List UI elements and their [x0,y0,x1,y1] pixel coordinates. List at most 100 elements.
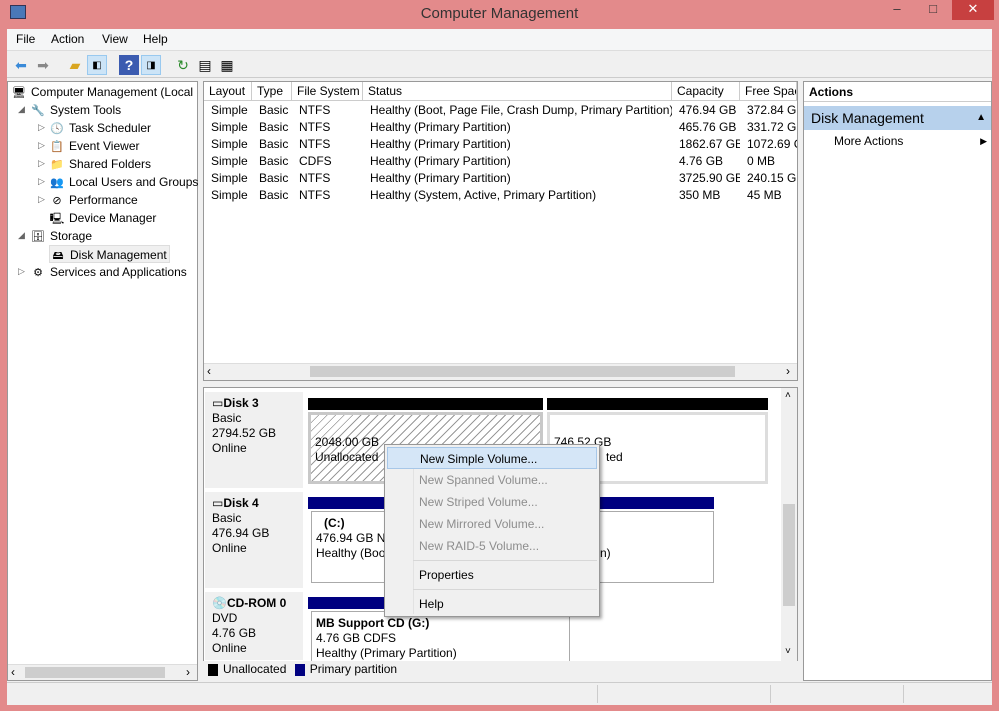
menu-separator [413,589,597,590]
tree-item-services-applications[interactable]: ⚙ Services and Applications [30,263,187,281]
menu-action[interactable]: Action [51,32,84,46]
expand-arrow-icon[interactable]: ▷ [38,176,45,187]
list-horizontal-scrollbar[interactable]: ‹ › [204,363,797,380]
actions-header: Actions [804,82,991,102]
tree-item-shared-folders[interactable]: 📁 Shared Folders [49,155,151,173]
minimize-button[interactable]: – [882,0,912,20]
cell-type: Basic [259,154,289,168]
graph-vertical-scrollbar[interactable]: ˄ ˅ [781,388,797,663]
scroll-left-icon[interactable]: ‹ [207,364,211,378]
shared-folder-icon: 📁 [50,158,64,171]
collapse-up-icon[interactable]: ▲ [976,106,986,130]
scrollbar-thumb[interactable] [25,667,165,678]
column-header-layout[interactable]: Layout [204,82,252,101]
tree-item-storage[interactable]: 🗄 Storage [30,227,92,245]
menu-item-properties[interactable]: Properties [387,564,597,586]
expand-arrow-icon[interactable]: ▷ [18,266,25,277]
cell-free-space: 331.72 GB [747,120,797,134]
scrollbar-thumb[interactable] [783,504,795,606]
expand-arrow-icon[interactable]: ▷ [38,194,45,205]
up-folder-icon[interactable]: ▰ [65,55,85,75]
menu-item-new-raid5-volume[interactable]: New RAID-5 Volume... [387,535,597,557]
cell-capacity: 1862.67 GB [679,137,740,151]
primary-partition-swatch [294,663,305,676]
cdrom-icon: 💿 [212,596,227,610]
cell-type: Basic [259,120,289,134]
clock-icon: 🕓 [50,122,64,135]
partition-g[interactable]: MB Support CD (G:) 4.76 GB CDFS Healthy (P… [311,611,570,663]
column-header-status[interactable]: Status [363,82,672,101]
scrollbar-thumb[interactable] [310,366,735,377]
expand-arrow-icon[interactable]: ▷ [38,158,45,169]
column-header-type[interactable]: Type [252,82,292,101]
menu-file[interactable]: File [16,32,35,46]
disk-4-label[interactable]: ▭Disk 4 Basic 476.94 GB Online [205,492,303,590]
submenu-arrow-icon: ▶ [980,136,987,146]
export-icon[interactable]: ▦ [217,55,237,75]
column-header-free-space[interactable]: Free Spac [740,82,797,101]
cell-file-system: NTFS [299,137,331,151]
scroll-right-icon[interactable]: › [186,665,190,679]
cell-free-space: 1072.69 GB [747,137,797,151]
show-hide-tree-icon[interactable]: ◧ [87,55,107,75]
cell-free-space: 0 MB [747,154,776,168]
event-log-icon: 📋 [50,140,64,153]
actions-section-disk-management[interactable]: Disk Management ▲ [804,106,991,130]
cell-layout: Simple [211,103,248,117]
tree-item-task-scheduler[interactable]: 🕓 Task Scheduler [49,119,151,137]
collapse-arrow-icon[interactable]: ◢ [18,104,25,115]
cell-capacity: 476.94 GB [679,103,737,117]
menu-item-new-striped-volume[interactable]: New Striped Volume... [387,491,597,513]
tree-item-local-users[interactable]: 👥 Local Users and Groups [49,173,198,191]
context-menu: New Simple Volume... New Spanned Volume.… [384,444,600,617]
menu-view[interactable]: View [102,32,128,46]
tree-horizontal-scrollbar[interactable]: ‹ › [8,664,197,680]
expand-arrow-icon[interactable]: ▷ [38,122,45,133]
tree-item-disk-management[interactable]: 🖴 Disk Management [49,245,170,263]
show-hide-action-pane-icon[interactable]: ◨ [141,55,161,75]
scroll-right-icon[interactable]: › [786,364,790,378]
cell-layout: Simple [211,154,248,168]
collapse-arrow-icon[interactable]: ◢ [18,230,25,241]
refresh-icon[interactable]: ↻ [173,55,193,75]
menu-help[interactable]: Help [143,32,168,46]
device-manager-icon: 🖳 [49,212,65,225]
volume-list: Layout Type File System Status Capacity … [203,81,798,381]
help-icon[interactable]: ? [119,55,139,75]
maximize-button[interactable]: □ [918,0,948,20]
disk-3-label[interactable]: ▭Disk 3 Basic 2794.52 GB Online [205,392,303,490]
cell-free-space: 45 MB [747,188,782,202]
scroll-left-icon[interactable]: ‹ [11,665,15,679]
cell-layout: Simple [211,171,248,185]
column-header-file-system[interactable]: File System [292,82,363,101]
close-button[interactable]: ✕ [952,0,994,20]
toolbar: ⬅ ➡ ▰ ◧ ? ◨ ↻ ▤ ▦ [7,50,992,78]
menu-item-new-spanned-volume[interactable]: New Spanned Volume... [387,469,597,491]
tree-item-device-manager[interactable]: 🖳 Device Manager [49,209,157,227]
menu-item-new-mirrored-volume[interactable]: New Mirrored Volume... [387,513,597,535]
cdrom-0-label[interactable]: 💿CD-ROM 0 DVD 4.76 GB Online [205,592,303,662]
menu-item-new-simple-volume[interactable]: New Simple Volume... [387,447,597,469]
tree-item-performance[interactable]: ⊘ Performance [49,191,137,209]
cell-layout: Simple [211,188,248,202]
menu-item-help[interactable]: Help [387,593,597,615]
actions-pane: Actions Disk Management ▲ More Actions ▶ [803,81,992,681]
scroll-up-icon[interactable]: ˄ [785,390,791,401]
tree-item-event-viewer[interactable]: 📋 Event Viewer [49,137,139,155]
scroll-down-icon[interactable]: ˅ [785,646,791,657]
properties-icon[interactable]: ▤ [195,55,215,75]
cell-status: Healthy (Primary Partition) [370,154,511,168]
tree-item-computer-management[interactable]: 🖥 Computer Management (Local [11,83,193,101]
tree-item-system-tools[interactable]: 🔧 System Tools [30,101,121,119]
column-header-capacity[interactable]: Capacity [672,82,740,101]
cell-capacity: 465.76 GB [679,120,737,134]
storage-icon: 🗄 [31,230,45,243]
unallocated-swatch [208,663,218,676]
back-icon[interactable]: ⬅ [11,55,31,75]
cell-status: Healthy (Primary Partition) [370,137,511,151]
more-actions[interactable]: More Actions ▶ [834,132,989,150]
forward-icon[interactable]: ➡ [33,55,53,75]
cell-layout: Simple [211,120,248,134]
expand-arrow-icon[interactable]: ▷ [38,140,45,151]
cell-status: Healthy (Primary Partition) [370,120,511,134]
